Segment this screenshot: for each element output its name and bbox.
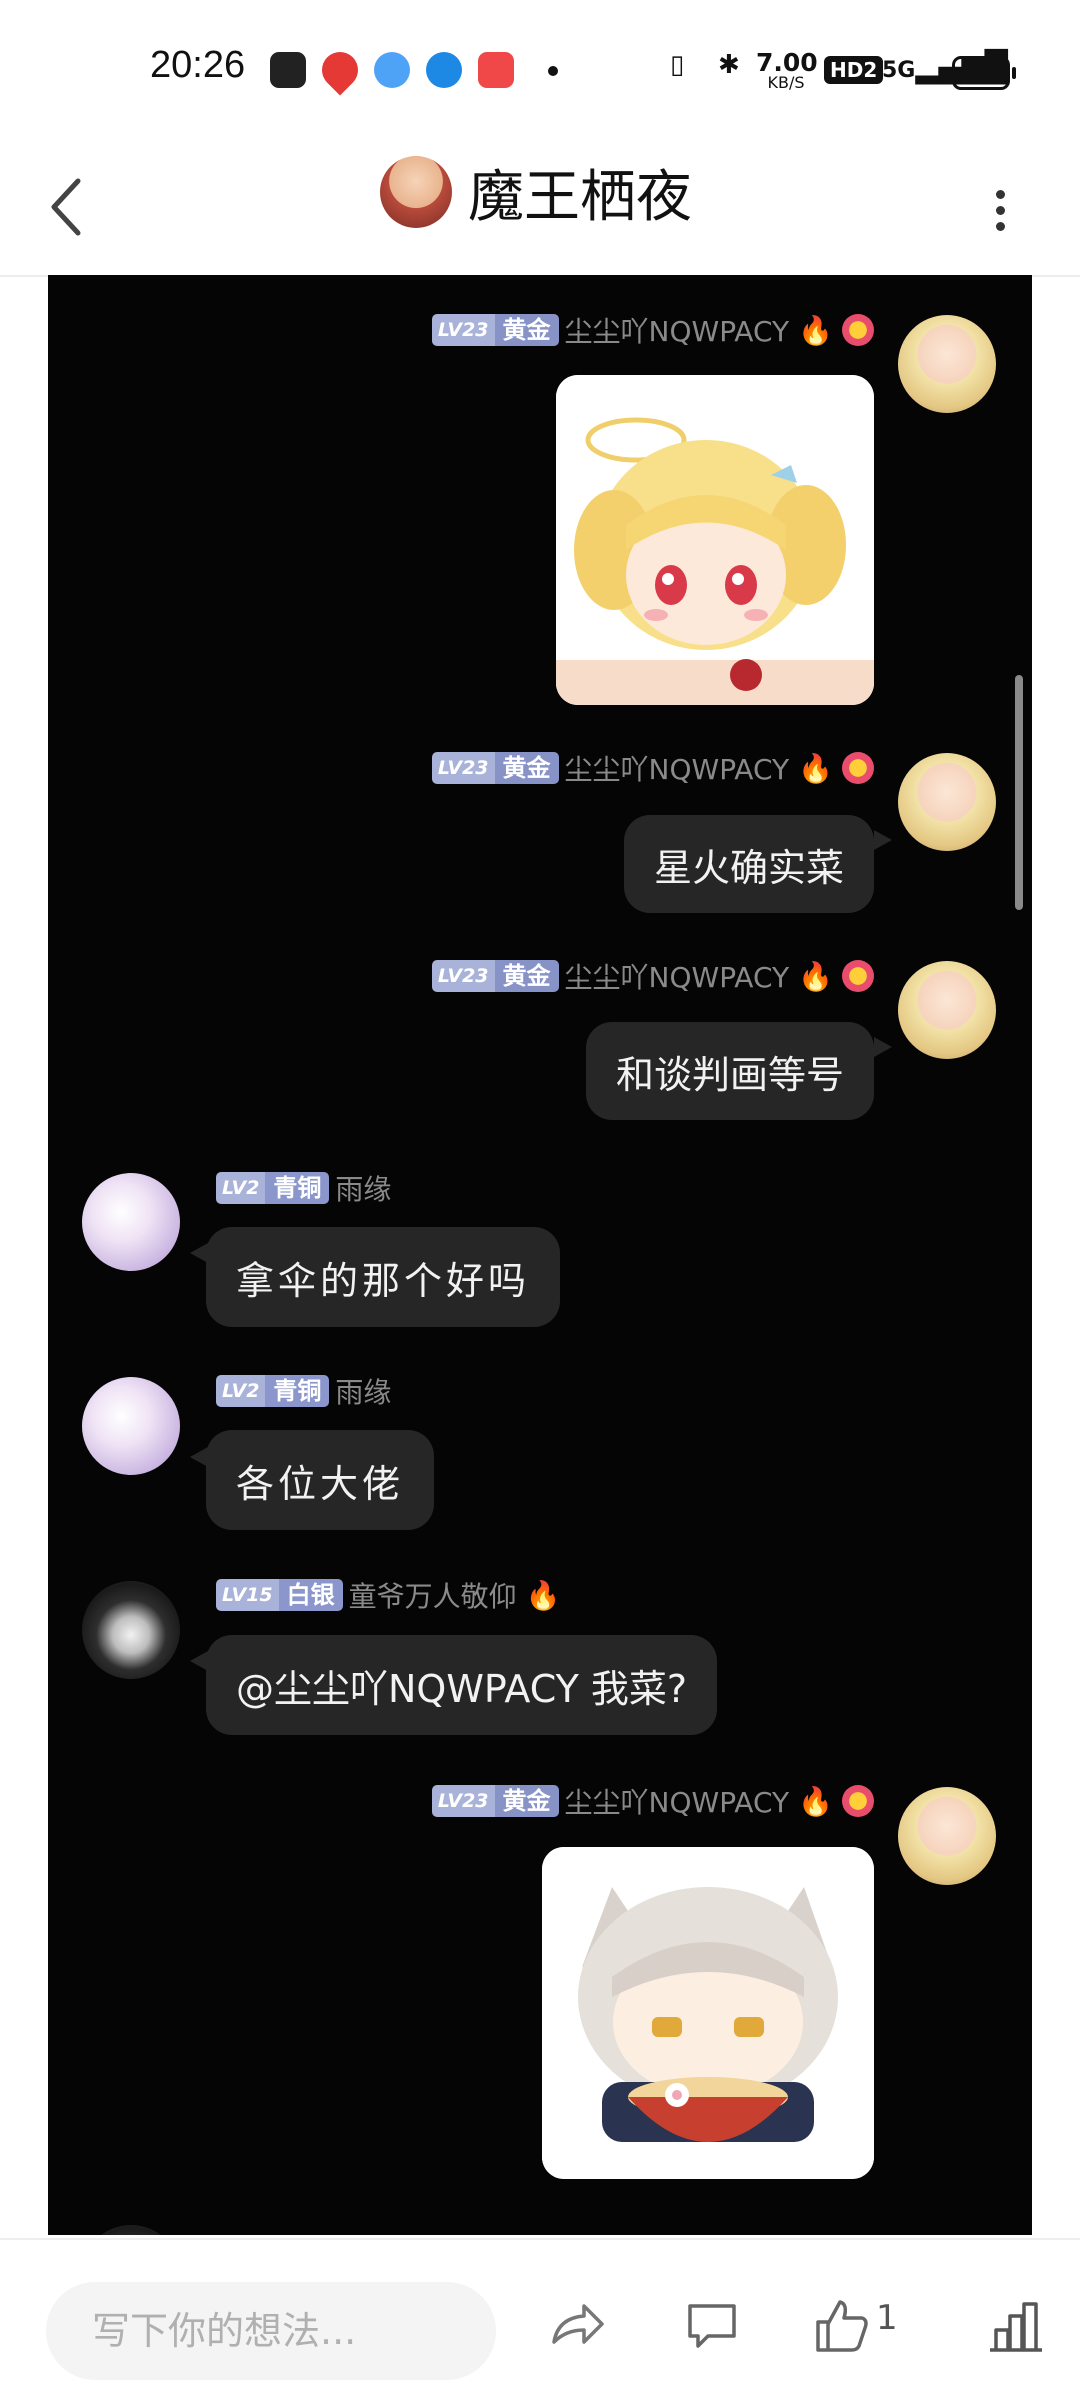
level-badge: LV23 黄金	[431, 1785, 559, 1817]
avatar[interactable]	[82, 2225, 180, 2235]
username[interactable]: 尘尘吖NQWPACY	[565, 1781, 790, 1821]
more-options-button[interactable]	[980, 170, 1020, 250]
username[interactable]: 尘尘吖NQWPACY	[565, 310, 790, 350]
avatar[interactable]	[898, 315, 996, 413]
bar-chart-icon	[990, 2302, 1042, 2352]
video-app-icon	[478, 52, 514, 88]
bottom-action-bar: 写下你的想法... 1	[0, 2238, 1080, 2402]
back-button[interactable]	[40, 167, 100, 247]
network-speed: 7.00 KB/S	[756, 48, 818, 92]
bubble-tail	[190, 1243, 208, 1263]
message-bubble[interactable]: @尘尘吖NQWPACY 我菜?	[206, 1635, 718, 1735]
bubble-tail	[190, 1447, 208, 1467]
username[interactable]: 雨缘	[335, 1371, 391, 1411]
cloud-app-icon	[374, 52, 410, 88]
avatar[interactable]	[898, 753, 996, 851]
message-meta: LV15 白银 童爷万人敬仰 🔥	[216, 1577, 564, 1613]
username[interactable]: 童爷万人敬仰	[349, 1575, 517, 1615]
username[interactable]: 尘尘吖NQWPACY	[565, 748, 790, 788]
scrollbar[interactable]	[1015, 675, 1023, 910]
cat-girl-ramen-image	[542, 1847, 874, 2179]
message-bubble[interactable]: 各位大佬	[206, 1430, 435, 1530]
bluetooth-icon: ✱	[718, 50, 740, 80]
stats-button[interactable]	[986, 2296, 1046, 2356]
message-bubble[interactable]: 星火确实菜	[623, 815, 874, 913]
comment-input[interactable]: 写下你的想法...	[46, 2282, 496, 2380]
bubble-tail	[190, 1651, 208, 1671]
anime-girl-halo-sticker[interactable]	[556, 375, 874, 705]
level-badge: LV15 白银	[216, 1579, 343, 1611]
level-badge: LV2 青铜	[216, 1172, 330, 1204]
map-pin-app-icon	[314, 44, 366, 96]
like-button[interactable]	[812, 2296, 872, 2356]
message-meta: LV2 青铜 雨缘	[216, 1170, 397, 1206]
cat-girl-ramen-sticker[interactable]	[542, 1847, 874, 2179]
fire-icon: 🔥	[798, 313, 833, 347]
more-notifications-icon	[548, 66, 558, 76]
username[interactable]: 雨缘	[335, 1168, 391, 1208]
thumbs-up-icon	[816, 2300, 868, 2352]
flower-icon	[842, 1785, 874, 1817]
fire-icon: 🔥	[798, 1784, 833, 1818]
circle-app-icon	[426, 52, 462, 88]
avatar[interactable]	[82, 1173, 180, 1271]
bubble-tail	[874, 830, 892, 850]
username[interactable]: 尘尘吖NQWPACY	[565, 956, 790, 996]
hd-badge: HD2	[824, 56, 884, 84]
message-meta: LV23 黄金 尘尘吖NQWPACY 🔥	[431, 1781, 874, 1821]
avatar[interactable]	[82, 1581, 180, 1679]
flower-icon	[842, 752, 874, 784]
level-badge: LV2 青铜	[216, 1375, 330, 1407]
chevron-left-icon	[51, 178, 81, 236]
chat-area[interactable]: LV23 黄金 尘尘吖NQWPACY 🔥 LV23 黄金 尘尘吖NQWPACY 🔥	[48, 275, 1032, 2235]
fire-icon: 🔥	[798, 959, 833, 993]
status-bar: 20:26 ▯ ✱ 7.00 KB/S HD2 5G▂▄▆█ 55	[0, 0, 1080, 140]
avatar[interactable]	[82, 1377, 180, 1475]
message-meta: LV23 黄金 尘尘吖NQWPACY 🔥	[431, 748, 874, 788]
message-bubble[interactable]: 和谈判画等号	[585, 1022, 874, 1120]
page-title: 魔王栖夜	[468, 165, 692, 230]
like-count: 1	[876, 2298, 898, 2338]
avatar[interactable]	[898, 1787, 996, 1885]
comment-bubble-icon	[688, 2304, 736, 2348]
level-badge: LV23 黄金	[431, 752, 559, 784]
flower-icon	[842, 960, 874, 992]
flower-icon	[842, 314, 874, 346]
message-meta: LV23 黄金 尘尘吖NQWPACY 🔥	[431, 956, 874, 996]
message-meta: LV2 青铜 雨缘	[216, 1373, 397, 1409]
chat-header: 魔王栖夜	[0, 140, 1080, 277]
paw-app-icon	[270, 52, 306, 88]
fire-icon: 🔥	[525, 1578, 561, 1612]
share-arrow-icon	[552, 2304, 604, 2344]
message-meta: LV23 黄金 尘尘吖NQWPACY 🔥	[431, 310, 874, 350]
battery-icon: 55	[952, 56, 1016, 90]
avatar[interactable]	[898, 961, 996, 1059]
bubble-tail	[874, 1037, 892, 1057]
level-badge: LV23 黄金	[431, 314, 559, 346]
level-badge: LV23 黄金	[431, 960, 559, 992]
share-button[interactable]	[548, 2296, 608, 2356]
comment-button[interactable]	[682, 2296, 742, 2356]
status-time: 20:26	[150, 44, 246, 86]
vibrate-icon: ▯	[670, 50, 685, 80]
anime-girl-halo-image	[556, 375, 874, 705]
fire-icon: 🔥	[798, 751, 833, 785]
group-avatar[interactable]	[380, 156, 452, 228]
message-bubble[interactable]: 拿伞的那个好吗	[206, 1227, 561, 1327]
